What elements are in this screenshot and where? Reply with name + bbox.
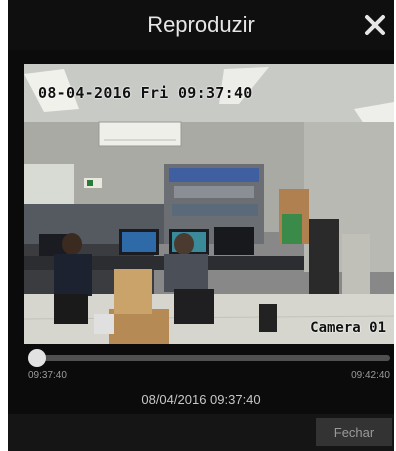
osd-timestamp: 08-04-2016 Fri 09:37:40 [38, 84, 253, 102]
osd-camera-label: Camera 01 [310, 320, 386, 336]
current-datetime: 08/04/2016 09:37:40 [141, 392, 261, 407]
progress-thumb[interactable] [28, 349, 46, 367]
dialog-title: Reproduzir [147, 12, 255, 37]
close-icon[interactable] [362, 12, 388, 38]
video-frame[interactable]: 08-04-2016 Fri 09:37:40 Camera 01 [24, 64, 394, 344]
camera-scene [24, 64, 394, 344]
close-button[interactable]: Fechar [316, 418, 392, 446]
dialog-footer: Fechar [8, 414, 394, 451]
progress-track[interactable] [32, 355, 390, 361]
playback-dialog: Reproduzir 08-04-2016 Fri 09:37:40 Camer… [8, 0, 394, 451]
title-bar: Reproduzir [8, 0, 394, 50]
start-time-label: 09:37:40 [28, 370, 67, 381]
playback-progress-bar[interactable] [28, 349, 390, 367]
end-time-label: 09:42:40 [351, 370, 390, 381]
